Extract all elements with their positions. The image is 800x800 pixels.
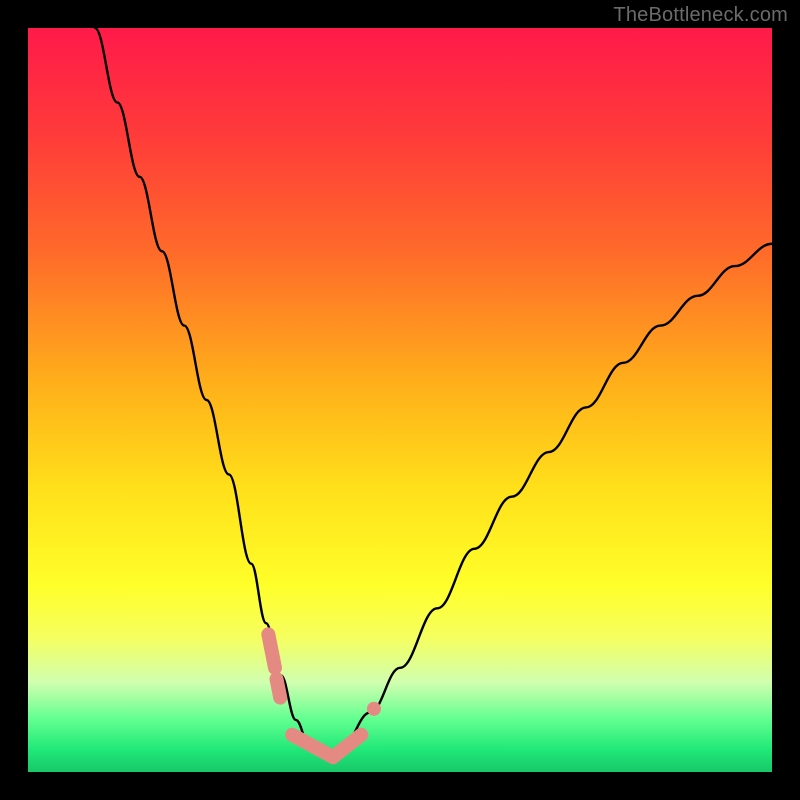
- plot-area: [28, 28, 772, 772]
- watermark-text: TheBottleneck.com: [613, 4, 788, 27]
- outer-frame: TheBottleneck.com: [0, 0, 800, 800]
- marker-segment: [276, 679, 280, 698]
- marker-dot: [367, 702, 381, 716]
- bottleneck-chart: [28, 28, 772, 772]
- marker-segment: [268, 634, 275, 667]
- gradient-background: [28, 28, 772, 772]
